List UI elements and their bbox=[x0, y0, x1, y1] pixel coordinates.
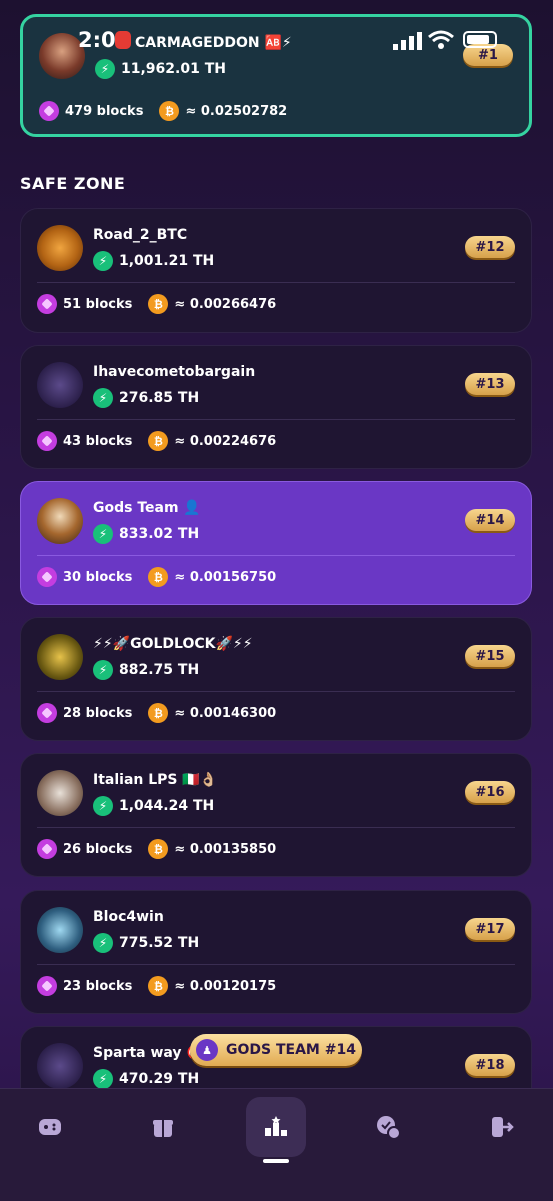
lightning-icon: ⚡ bbox=[93, 660, 113, 680]
bitcoin-icon: ₿ bbox=[148, 976, 169, 996]
hashrate: ⚡ 775.52 TH bbox=[93, 933, 199, 953]
blocks-icon bbox=[37, 294, 57, 314]
divider bbox=[37, 282, 515, 283]
signal-icon bbox=[393, 32, 422, 50]
section-title: SAFE ZONE bbox=[20, 174, 126, 193]
lightning-icon: ⚡ bbox=[93, 796, 113, 816]
lightning-icon: ⚡ bbox=[93, 251, 113, 271]
lightning-icon: ⚡ bbox=[93, 524, 113, 544]
blocks-icon bbox=[37, 839, 57, 859]
hashrate: ⚡ 882.75 TH bbox=[93, 660, 199, 680]
team-name: Road_2_BTC bbox=[93, 227, 188, 243]
leaderboard-icon[interactable] bbox=[246, 1097, 306, 1163]
hashrate: ⚡ 470.29 TH bbox=[93, 1069, 199, 1089]
team-name: Bloc4win bbox=[93, 909, 164, 925]
bitcoin-icon: ₿ bbox=[159, 101, 180, 121]
team-stats: 23 blocks ₿ ≈ 0.00120175 bbox=[37, 976, 276, 996]
bitcoin-icon: ₿ bbox=[148, 567, 169, 587]
lightning-icon: ⚡ bbox=[93, 1069, 113, 1089]
rank-badge: #13 bbox=[465, 373, 515, 395]
avatar bbox=[37, 225, 83, 271]
hashrate: ⚡ 1,044.24 TH bbox=[93, 796, 214, 816]
player-stats: 479 blocks ₿ ≈ 0.02502782 bbox=[39, 101, 287, 121]
team-name: Ihavecometobargain bbox=[93, 364, 256, 380]
team-name: Sparta way 🎯 bbox=[93, 1045, 204, 1061]
rank-badge: #17 bbox=[465, 918, 515, 940]
rank-badge: #15 bbox=[465, 645, 515, 667]
team-name: Gods Team 👤 bbox=[93, 500, 201, 516]
team-card[interactable]: Road_2_BTC ⚡ 1,001.21 TH #12 51 blocks ₿ ≈ … bbox=[20, 208, 532, 333]
team-stats: 43 blocks ₿ ≈ 0.00224676 bbox=[37, 431, 276, 451]
divider bbox=[37, 555, 515, 556]
lightning-icon: ⚡ bbox=[95, 59, 115, 79]
team-stats: 26 blocks ₿ ≈ 0.00135850 bbox=[37, 839, 276, 859]
rank-badge: #18 bbox=[465, 1054, 515, 1076]
team-card[interactable]: Italian LPS 🇮🇹👌🏼 ⚡ 1,044.24 TH #16 26 blo… bbox=[20, 753, 532, 877]
bitcoin-icon: ₿ bbox=[148, 431, 169, 451]
divider bbox=[37, 691, 515, 692]
hashrate: ⚡ 1,001.21 TH bbox=[93, 251, 214, 271]
avatar bbox=[37, 498, 83, 544]
team-card[interactable]: ⚡⚡🚀GOLDLOCK🚀⚡⚡ ⚡ 882.75 TH #15 28 blocks ₿… bbox=[20, 617, 532, 741]
avatar bbox=[37, 362, 83, 408]
rank-badge: #14 bbox=[465, 509, 515, 531]
team-card[interactable]: Bloc4win ⚡ 775.52 TH #17 23 blocks ₿ ≈ 0.00… bbox=[20, 890, 532, 1014]
team-card[interactable]: Ihavecometobargain ⚡ 276.85 TH #13 43 blo… bbox=[20, 345, 532, 469]
rank-badge: #16 bbox=[465, 781, 515, 803]
hashrate: ⚡ 276.85 TH bbox=[93, 388, 199, 408]
avatar bbox=[37, 770, 83, 816]
team-name: ⚡⚡🚀GOLDLOCK🚀⚡⚡ bbox=[93, 636, 253, 652]
team-name: Italian LPS 🇮🇹👌🏼 bbox=[93, 772, 218, 788]
games-icon[interactable] bbox=[20, 1097, 80, 1157]
hashrate: ⚡ 833.02 TH bbox=[93, 524, 199, 544]
divider bbox=[37, 419, 515, 420]
wifi-icon bbox=[428, 30, 454, 49]
blocks-icon bbox=[39, 101, 59, 121]
team-stats: 28 blocks ₿ ≈ 0.00146300 bbox=[37, 703, 276, 723]
exit-icon[interactable] bbox=[472, 1097, 532, 1157]
bitcoin-icon: ₿ bbox=[148, 703, 169, 723]
bitcoin-icon: ₿ bbox=[148, 294, 169, 314]
avatar bbox=[37, 1043, 83, 1089]
team-stats: 51 blocks ₿ ≈ 0.00266476 bbox=[37, 294, 276, 314]
blocks-icon bbox=[37, 567, 57, 587]
team-card-my-team[interactable]: Gods Team 👤 ⚡ 833.02 TH #14 30 blocks ₿ ≈ 0… bbox=[20, 481, 532, 605]
avatar bbox=[37, 907, 83, 953]
bitcoin-icon: ₿ bbox=[148, 839, 169, 859]
hashrate: ⚡ 11,962.01 TH bbox=[95, 59, 226, 79]
blocks-icon bbox=[37, 976, 57, 996]
divider bbox=[37, 964, 515, 965]
team-icon: ♟ bbox=[196, 1039, 218, 1061]
lightning-icon: ⚡ bbox=[93, 388, 113, 408]
blocks-icon bbox=[37, 703, 57, 723]
my-team-pill[interactable]: ♟ GODS TEAM #14 bbox=[190, 1034, 362, 1066]
rank-badge: #12 bbox=[465, 236, 515, 258]
tasks-icon[interactable] bbox=[358, 1097, 418, 1157]
team-stats: 30 blocks ₿ ≈ 0.00156750 bbox=[37, 567, 276, 587]
blocks-icon bbox=[37, 431, 57, 451]
divider bbox=[37, 827, 515, 828]
lightning-icon: ⚡ bbox=[93, 933, 113, 953]
recording-icon bbox=[115, 31, 131, 49]
bottom-nav bbox=[0, 1088, 553, 1201]
avatar bbox=[37, 634, 83, 680]
gift-icon[interactable] bbox=[133, 1097, 193, 1157]
battery-icon bbox=[463, 31, 497, 48]
status-bar: 2:00 bbox=[0, 28, 553, 56]
